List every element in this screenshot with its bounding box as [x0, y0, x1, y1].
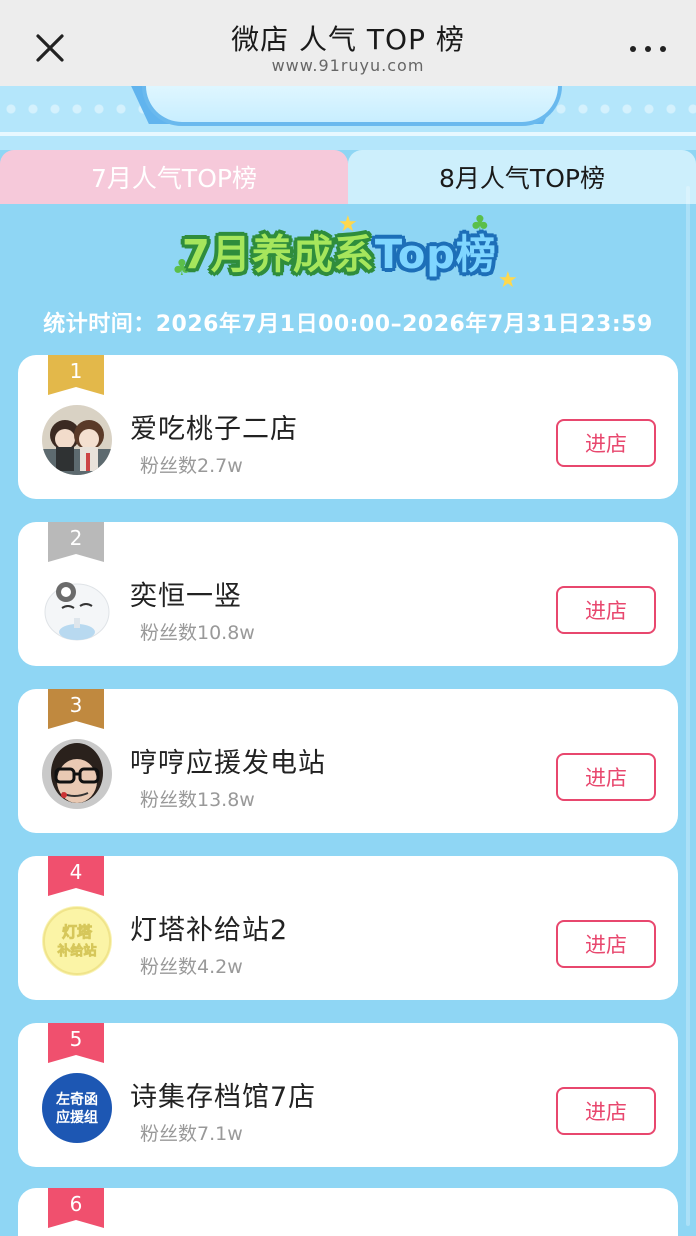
- star-icon: ★: [498, 268, 518, 293]
- tab-august-top[interactable]: 8月人气TOP榜: [348, 150, 696, 204]
- page-title: 微店 人气 TOP 榜: [231, 23, 465, 56]
- logo-text: 7月养成系: [182, 232, 375, 278]
- enter-store-button[interactable]: 进店: [556, 1087, 656, 1135]
- store-card: 6: [18, 1188, 678, 1236]
- rank-badge: 2: [48, 522, 104, 562]
- store-name: 爱吃桃子二店: [130, 414, 298, 445]
- enter-store-button[interactable]: 进店: [556, 753, 656, 801]
- decorative-banner: [0, 86, 696, 150]
- support-group-logo-avatar[interactable]: 左奇函 应援组: [42, 1073, 112, 1143]
- store-card: 2 奕恒一竖 粉丝数10.8w 进店: [18, 522, 678, 666]
- store-card: 3 哼哼应援发电站 粉丝数13.8w 进店: [18, 689, 678, 833]
- store-card: 4 灯塔 补给站 灯塔补给站2 粉丝数4.2w 进店: [18, 856, 678, 1000]
- rank-badge: 3: [48, 689, 104, 729]
- scrollbar[interactable]: [686, 186, 690, 1226]
- avatar-logo-text: 左奇函: [55, 1091, 98, 1108]
- enter-store-button[interactable]: 进店: [556, 920, 656, 968]
- logo-highlight: Top榜: [374, 232, 497, 278]
- browser-top-bar: 微店 人气 TOP 榜 www.91ruyu.com: [0, 0, 696, 86]
- fan-count: 粉丝数13.8w: [140, 789, 255, 811]
- avatar-logo-text: 应援组: [56, 1109, 98, 1126]
- glasses-person-avatar[interactable]: [42, 739, 112, 809]
- store-name: 奕恒一竖: [130, 581, 242, 612]
- fan-count: 粉丝数10.8w: [140, 622, 255, 644]
- store-name: 灯塔补给站2: [130, 915, 289, 946]
- cartoon-face-avatar[interactable]: [42, 572, 112, 642]
- page-url: www.91ruyu.com: [271, 56, 425, 75]
- fan-count: 粉丝数2.7w: [140, 455, 243, 477]
- enter-store-button[interactable]: 进店: [556, 419, 656, 467]
- store-name: 哼哼应援发电站: [130, 748, 326, 779]
- statistics-period: 统计时间：2026年7月1日00:00–2026年7月31日23:59: [43, 312, 653, 337]
- avatar-logo-text: 补给站: [56, 943, 96, 959]
- store-name: 诗集存档馆7店: [130, 1082, 317, 1113]
- tab-july-top[interactable]: 7月人气TOP榜: [0, 150, 348, 204]
- lighthouse-logo-avatar[interactable]: 灯塔 补给站: [42, 906, 112, 976]
- more-icon[interactable]: [630, 42, 666, 56]
- two-dolls-avatar[interactable]: [42, 405, 112, 475]
- store-card: 1 爱吃桃子二店 粉丝数2.7w 进店: [18, 355, 678, 499]
- rank-badge: 5: [48, 1023, 104, 1063]
- fan-count: 粉丝数7.1w: [140, 1123, 243, 1145]
- fan-count: 粉丝数4.2w: [140, 956, 243, 978]
- rank-badge: 6: [48, 1188, 104, 1228]
- avatar-logo-text: 灯塔: [62, 923, 93, 941]
- rank-badge: 1: [48, 355, 104, 395]
- rank-badge: 4: [48, 856, 104, 896]
- ranking-logo: ♣ ★ ♣ ★ 7月养成系Top榜: [170, 212, 526, 298]
- store-card: 5 左奇函 应援组 诗集存档馆7店 粉丝数7.1w 进店: [18, 1023, 678, 1167]
- enter-store-button[interactable]: 进店: [556, 586, 656, 634]
